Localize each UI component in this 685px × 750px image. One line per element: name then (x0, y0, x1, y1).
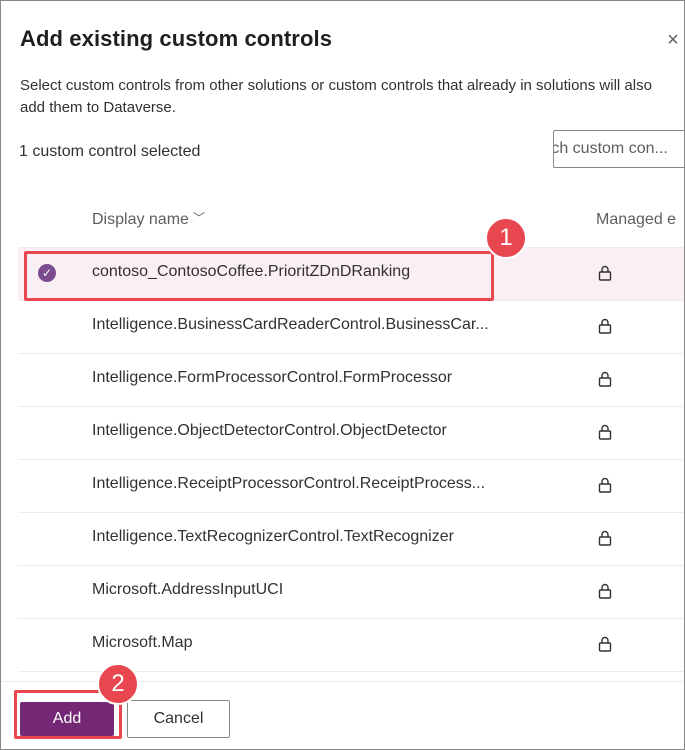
dialog-description: Select custom controls from other soluti… (20, 77, 652, 116)
lock-icon (598, 318, 612, 334)
list-header: Display name ﹀ Managed e (18, 197, 684, 248)
close-icon[interactable]: × (662, 29, 684, 51)
search-input[interactable] (554, 131, 684, 167)
lock-icon (598, 477, 612, 493)
row-display-name: Intelligence.TextRecognizerControl.TextR… (92, 528, 454, 545)
row-display-name: Intelligence.BusinessCardReaderControl.B… (92, 316, 489, 333)
lock-icon (598, 265, 612, 281)
cancel-button[interactable]: Cancel (127, 700, 230, 738)
list-row[interactable]: Intelligence.ReceiptProcessorControl.Rec… (18, 460, 684, 513)
list-row[interactable]: Intelligence.FormProcessorControl.FormPr… (18, 354, 684, 407)
row-display-name: Intelligence.FormProcessorControl.FormPr… (92, 369, 453, 386)
lock-icon (598, 424, 612, 440)
list-row[interactable]: Intelligence.ObjectDetectorControl.Objec… (18, 407, 684, 460)
list-row[interactable]: Intelligence.BusinessCardReaderControl.B… (18, 301, 684, 354)
dialog-title: Add existing custom controls (20, 26, 333, 51)
column-header-label: Display name (92, 211, 189, 228)
row-display-name: Microsoft.AddressInputUCI (92, 581, 284, 598)
row-display-name: Intelligence.ObjectDetectorControl.Objec… (92, 422, 447, 439)
column-header-display-name[interactable]: Display name ﹀ (92, 211, 205, 229)
search-box[interactable] (553, 130, 684, 168)
lock-icon (598, 530, 612, 546)
step-badge-1: 1 (485, 217, 527, 259)
step-badge-2: 2 (97, 663, 139, 705)
column-header-managed[interactable]: Managed e (596, 211, 676, 229)
list-row[interactable]: Intelligence.TextRecognizerControl.TextR… (18, 513, 684, 566)
lock-icon (598, 636, 612, 652)
selected-count: 1 custom control selected (19, 143, 201, 160)
dialog: Add existing custom controls × Select cu… (0, 0, 685, 750)
list-row[interactable]: Microsoft.AddressInputUCI (18, 566, 684, 619)
highlight-box-selected-row (24, 251, 494, 301)
row-display-name: Microsoft.Map (92, 634, 193, 651)
row-display-name: Intelligence.ReceiptProcessorControl.Rec… (92, 475, 486, 492)
lock-icon (598, 583, 612, 599)
lock-icon (598, 371, 612, 387)
chevron-down-icon: ﹀ (192, 211, 205, 225)
